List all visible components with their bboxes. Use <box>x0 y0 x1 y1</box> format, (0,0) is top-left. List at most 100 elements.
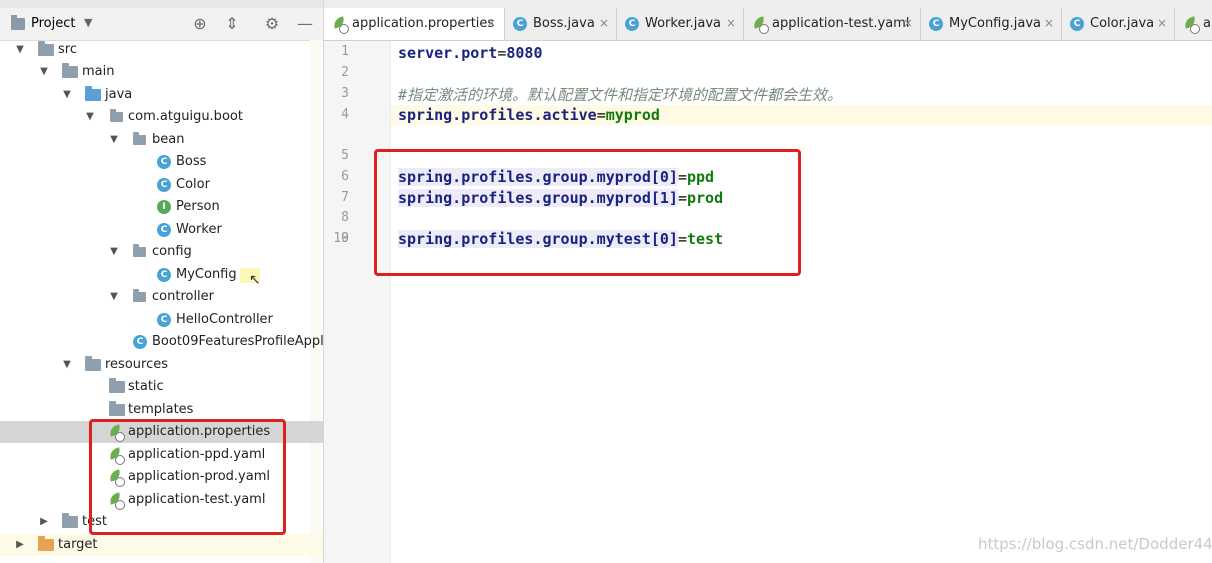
spring-boot-class-icon: C <box>133 335 147 349</box>
equals-sign: = <box>677 230 687 248</box>
line-number: 5 <box>341 148 349 163</box>
package-icon <box>110 109 123 122</box>
class-icon: C <box>157 155 171 169</box>
tree-item-label: test <box>82 514 107 529</box>
tree-item-label: HelloController <box>176 312 273 327</box>
package-icon <box>133 244 146 257</box>
line-number: 10 <box>333 231 349 246</box>
tree-item-java[interactable]: ▼ java <box>0 84 323 106</box>
close-icon[interactable]: × <box>726 8 736 39</box>
tree-item-application-properties[interactable]: application.properties <box>0 421 323 443</box>
chevron-down-icon[interactable]: ▼ <box>14 39 26 61</box>
class-icon: C <box>625 17 639 31</box>
tab-worker-java[interactable]: C Worker.java × <box>617 8 744 40</box>
project-panel: Project ▼ ⊕ ⇕ ⚙ — ▼ src ▼ main ▼ java ▼ … <box>0 0 324 563</box>
folder-icon <box>109 378 125 393</box>
tree-item-test[interactable]: ▶ test <box>0 511 323 533</box>
class-icon: C <box>513 17 527 31</box>
tab-label: MyConfig.java <box>949 16 1041 31</box>
excluded-folder-icon <box>38 536 54 551</box>
equals-sign: = <box>677 168 687 186</box>
tree-item-worker[interactable]: C Worker <box>0 219 323 241</box>
tree-item-controller[interactable]: ▼ controller <box>0 286 323 308</box>
package-icon <box>133 289 146 302</box>
class-icon: C <box>929 17 943 31</box>
chevron-down-icon[interactable]: ▼ <box>61 84 73 106</box>
chevron-down-icon[interactable]: ▼ <box>38 61 50 83</box>
tree-item-bean[interactable]: ▼ bean <box>0 129 323 151</box>
project-panel-header: Project ▼ ⊕ ⇕ ⚙ — <box>0 8 323 41</box>
tree-item-boss[interactable]: C Boss <box>0 151 323 173</box>
chevron-down-icon[interactable]: ▼ <box>84 16 92 29</box>
watermark: https://blog.csdn.net/Dodder444 <box>978 535 1212 553</box>
tree-item-package[interactable]: ▼ com.atguigu.boot <box>0 106 323 128</box>
chevron-down-icon[interactable]: ▼ <box>108 241 120 263</box>
tree-item-label: bean <box>152 132 185 147</box>
project-panel-title[interactable]: Project <box>31 16 75 31</box>
property-value: 8080 <box>506 44 543 62</box>
class-icon: C <box>157 223 171 237</box>
spring-config-icon <box>1182 16 1200 34</box>
line-number: 7 <box>341 190 349 205</box>
locate-icon[interactable]: ⊕ <box>191 15 209 33</box>
tree-item-label: application-test.yaml <box>128 492 266 507</box>
tab-color-java[interactable]: C Color.java × <box>1062 8 1175 40</box>
line-number: 2 <box>341 65 349 80</box>
hide-icon[interactable]: — <box>296 15 314 33</box>
close-icon[interactable]: × <box>599 8 609 39</box>
tree-item-label: static <box>128 379 164 394</box>
gear-icon[interactable]: ⚙ <box>263 15 281 33</box>
tab-overflow[interactable]: a <box>1175 8 1212 40</box>
property-value: test <box>687 230 724 248</box>
tab-application-test-yaml[interactable]: application-test.yaml × <box>744 8 921 40</box>
close-icon[interactable]: × <box>903 8 913 39</box>
tree-item-label: resources <box>105 357 169 372</box>
chevron-down-icon[interactable]: ▼ <box>61 354 73 376</box>
code-line-1: server.port=8080 <box>398 43 543 63</box>
tree-item-hellocontroller[interactable]: C HelloController <box>0 309 323 331</box>
chevron-down-icon[interactable]: ▼ <box>108 129 120 151</box>
tree-item-label: Person <box>176 199 220 214</box>
spring-config-icon <box>751 16 769 34</box>
tree-item-person[interactable]: I Person <box>0 196 323 218</box>
tree-item-label: java <box>105 87 133 102</box>
tree-item-label: MyConfig <box>176 267 237 282</box>
close-icon[interactable]: × <box>1044 8 1054 39</box>
chevron-down-icon[interactable]: ▼ <box>108 286 120 308</box>
equals-sign: = <box>596 106 606 124</box>
tab-boss-java[interactable]: C Boss.java × <box>505 8 617 40</box>
tree-item-color[interactable]: C Color <box>0 174 323 196</box>
tree-item-application-class[interactable]: C Boot09FeaturesProfileApplic <box>0 331 323 353</box>
tree-item-myconfig[interactable]: C MyConfig ↖ <box>0 264 323 288</box>
collapse-all-icon[interactable]: ⇕ <box>223 15 241 33</box>
chevron-right-icon[interactable]: ▶ <box>14 534 26 556</box>
tree-item-target[interactable]: ▶ target <box>0 534 323 556</box>
line-number: 3 <box>341 86 349 101</box>
close-icon[interactable]: × <box>1157 8 1167 39</box>
chevron-down-icon[interactable]: ▼ <box>84 106 96 128</box>
tree-item-src[interactable]: ▼ src <box>0 39 323 61</box>
source-folder-icon <box>85 86 101 101</box>
tab-application-properties[interactable]: application.properties × <box>324 8 505 40</box>
chevron-right-icon[interactable]: ▶ <box>38 511 50 533</box>
property-key: spring.profiles.group.myprod[0] <box>398 168 678 186</box>
tree-item-application-test[interactable]: application-test.yaml <box>0 489 323 511</box>
tree-item-label: application.properties <box>128 424 271 439</box>
tree-item-resources[interactable]: ▼ resources <box>0 354 323 376</box>
tree-item-main[interactable]: ▼ main <box>0 61 323 83</box>
tree-item-label: Boot09FeaturesProfileApplic <box>152 334 324 349</box>
class-icon: C <box>157 268 171 282</box>
panel-top-strip <box>0 0 323 8</box>
line-number: 1 <box>341 44 349 59</box>
tree-item-application-ppd[interactable]: application-ppd.yaml <box>0 444 323 466</box>
tab-label: Boss.java <box>533 16 595 31</box>
folder-icon <box>62 63 78 78</box>
tree-item-templates[interactable]: templates <box>0 399 323 421</box>
close-icon[interactable]: × <box>486 8 496 39</box>
tab-myconfig-java[interactable]: C MyConfig.java × <box>921 8 1062 40</box>
tree-item-config[interactable]: ▼ config <box>0 241 323 263</box>
tree-item-static[interactable]: static <box>0 376 323 398</box>
tree-item-application-prod[interactable]: application-prod.yaml <box>0 466 323 488</box>
folder-icon <box>62 513 78 528</box>
tab-label: a <box>1203 16 1211 31</box>
